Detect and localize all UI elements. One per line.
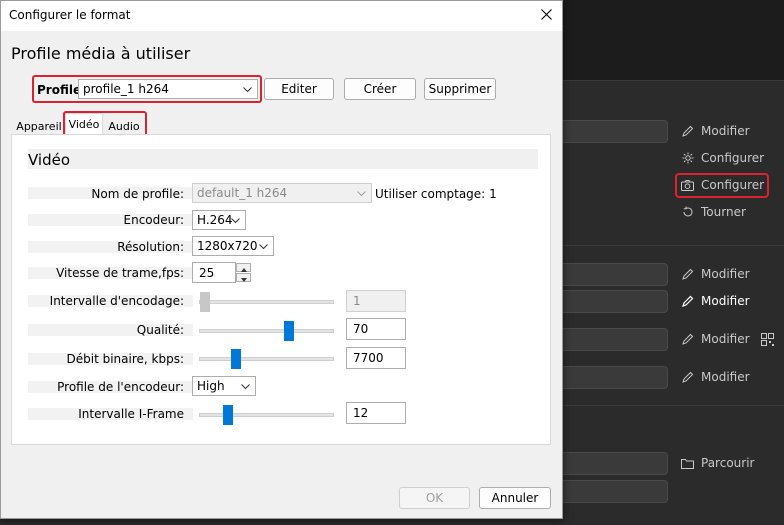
configurer-button[interactable]: Configurer [681,151,764,165]
chevron-down-icon [241,379,250,393]
configure-format-dialog: Configurer le format Profile média à uti… [0,0,563,519]
section-heading: Profile média à utiliser [11,44,191,63]
pencil-icon [681,295,694,308]
ok-button[interactable]: OK [399,487,470,509]
pencil-icon [681,268,694,281]
folder-icon [681,457,694,470]
close-icon [540,9,552,23]
profile-label: Profile [37,83,82,97]
title-bar: Configurer le format [1,1,562,31]
chevron-down-icon [243,82,252,96]
background-input[interactable] [560,366,668,389]
background-divider [560,245,784,246]
encoder-value: H.264 [197,213,233,227]
encoder-label: Encodeur: [123,213,185,227]
background-input[interactable] [560,120,668,143]
background-divider [560,80,784,81]
bitrate-slider-track[interactable] [199,349,334,369]
action-label: Modifier [701,124,750,138]
pencil-icon [681,333,694,346]
encoder-dropdown[interactable]: H.264 [192,210,246,230]
iframe-interval-slider-thumb[interactable] [223,405,234,425]
pencil-icon [681,125,694,138]
action-label: Modifier [701,267,750,281]
action-label: Modifier [701,294,750,308]
modifier-button[interactable]: Modifier [681,332,750,346]
cancel-button[interactable]: Annuler [479,487,551,509]
configurer-highlight [675,173,769,198]
profile-name-dropdown: default_1 h264 [192,183,372,203]
framerate-input[interactable]: 25 [192,262,236,283]
background-input[interactable] [560,290,668,313]
chevron-down-icon [231,213,240,227]
qr-code-icon[interactable] [761,333,774,346]
encode-interval-slider-thumb[interactable] [200,292,210,312]
profile-name-value: default_1 h264 [197,186,288,200]
profile-dropdown-value: profile_1 h264 [83,82,169,96]
create-button[interactable]: Créer [344,78,416,100]
quality-slider-track[interactable] [199,321,334,341]
background-divider [560,405,784,406]
iframe-interval-slider-track[interactable] [199,405,334,425]
resolution-value: 1280x720 [197,239,258,253]
resolution-dropdown[interactable]: 1280x720 [192,236,274,256]
action-label: Configurer [701,151,765,165]
usage-count-value: 1 [489,187,497,201]
framerate-label: Vitesse de trame,fps: [56,266,184,280]
profile-dropdown[interactable]: profile_1 h264 [78,79,258,99]
delete-button[interactable]: Supprimer [424,78,496,100]
iframe-interval-input[interactable]: 12 [346,402,406,424]
background-input[interactable] [560,480,668,503]
quality-input[interactable]: 70 [346,318,406,340]
parcourir-button[interactable]: Parcourir [681,456,754,470]
bitrate-slider-thumb[interactable] [230,349,241,369]
bitrate-input[interactable]: 7700 [346,347,406,369]
framerate-decrement-button[interactable] [236,273,251,282]
background-input[interactable] [560,328,668,351]
modifier-button[interactable]: Modifier [681,370,750,384]
encoder-profile-dropdown[interactable]: High [192,376,256,396]
profile-selector-highlight: Profile profile_1 h264 [32,75,262,103]
quality-slider-thumb[interactable] [283,321,294,341]
action-label: Parcourir [701,456,755,470]
profile-name-label: Nom de profile: [91,187,184,201]
window-title: Configurer le format [9,8,131,22]
usage-count-label: Utiliser comptage: 1 [375,187,497,201]
modifier-button[interactable]: Modifier [681,267,750,281]
background-input[interactable] [560,263,668,286]
encoder-profile-value: High [197,379,225,393]
action-label: Modifier [701,370,750,384]
pencil-icon [681,371,694,384]
action-label: Modifier [701,332,750,346]
edit-button[interactable]: Editer [264,78,334,100]
encode-interval-label: Intervalle d'encodage: [49,294,184,308]
gear-icon [681,152,694,165]
chevron-down-icon [357,186,366,200]
close-button[interactable] [530,1,562,31]
video-settings-panel: Vidéo Nom de profile: default_1 h264 Uti… [11,134,551,445]
quality-label: Qualité: [136,323,184,337]
iframe-interval-label: Intervalle I-Frame [78,407,184,421]
encode-interval-slider-track[interactable] [199,292,334,312]
encode-interval-input: 1 [346,290,406,312]
panel-title: Vidéo [28,149,538,169]
encoder-profile-label: Profile de l'encodeur: [57,380,184,394]
tourner-button[interactable]: Tourner [681,205,746,219]
modifier-button[interactable]: Modifier [681,124,750,138]
action-label: Tourner [701,205,746,219]
resolution-label: Résolution: [117,240,184,254]
chevron-down-icon [259,239,268,253]
background-input[interactable] [560,452,668,475]
modifier-button[interactable]: Modifier [681,294,750,308]
arrow-down-icon [240,271,247,285]
rotate-icon [681,206,694,219]
bitrate-label: Débit binaire, kbps: [66,352,185,366]
